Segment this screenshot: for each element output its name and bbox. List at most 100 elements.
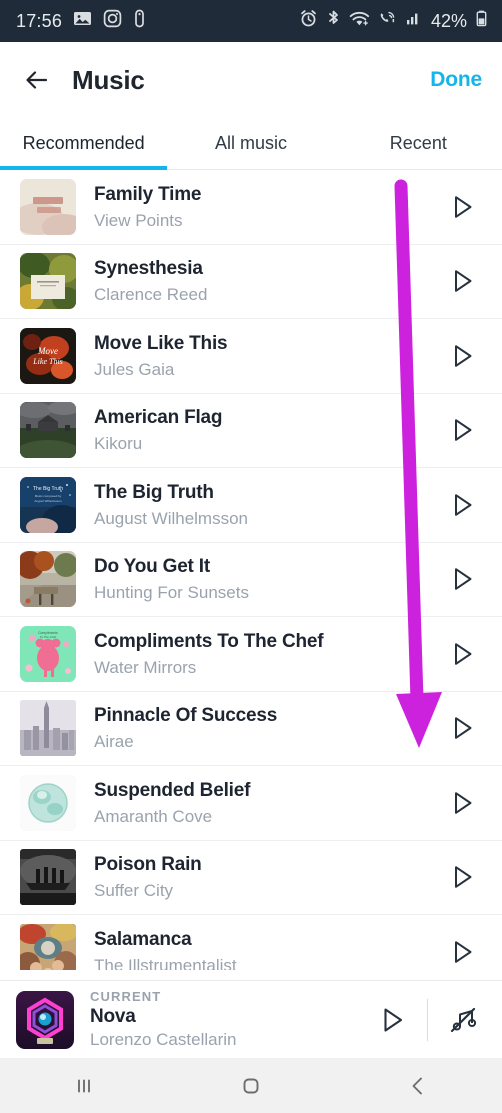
play-icon[interactable]	[442, 261, 482, 301]
recents-icon[interactable]	[0, 1073, 167, 1099]
tab-recommended[interactable]: Recommended	[0, 118, 168, 170]
album-art	[20, 923, 76, 970]
current-track-kicker: CURRENT	[90, 988, 162, 1004]
song-meta: American Flag Kikoru	[94, 406, 442, 454]
song-title: Pinnacle Of Success	[94, 705, 278, 727]
song-row[interactable]: Pinnacle Of Success Airae	[0, 691, 502, 766]
image-icon	[73, 9, 92, 33]
album-art: Move Like This	[20, 327, 76, 384]
status-bar-left: 17:56	[16, 9, 146, 33]
usb-device-icon	[133, 9, 146, 33]
current-track-album-art	[16, 990, 74, 1049]
song-meta: Synesthesia Clarence Reed	[94, 257, 442, 305]
current-track-player-bar: CURRENT Nova Lorenzo Castellarin	[0, 980, 502, 1058]
tab-recent[interactable]: Recent	[335, 118, 502, 169]
song-title: The Big Truth	[94, 481, 214, 503]
play-icon[interactable]	[442, 634, 482, 674]
tab-all-music-label: All music	[214, 133, 287, 153]
song-meta: Pinnacle Of Success Airae	[94, 704, 442, 752]
svg-text:To The Chef: To The Chef	[40, 635, 56, 639]
song-artist: Jules Gaia	[94, 359, 175, 379]
song-meta: Salamanca The Illstrumentalist	[94, 928, 442, 970]
current-track-title: Nova	[90, 1006, 136, 1028]
tab-recommended-label: Recommended	[22, 133, 145, 153]
play-icon[interactable]	[442, 336, 482, 376]
current-track-artist: Lorenzo Castellarin	[90, 1030, 237, 1050]
song-artist: Airae	[94, 732, 134, 751]
song-title: Compliments To The Chef	[94, 630, 324, 652]
battery-percent-label: 42%	[430, 10, 467, 31]
song-meta: Family Time View Points	[94, 183, 442, 231]
album-art: Compliments To The Chef	[20, 625, 76, 682]
done-button[interactable]: Done	[430, 68, 482, 92]
song-title: Do You Get It	[94, 556, 210, 578]
album-art	[20, 849, 76, 906]
bluetooth-icon	[326, 9, 341, 33]
song-title: Family Time	[94, 183, 202, 205]
song-meta: Do You Get It Hunting For Sunsets	[94, 555, 442, 603]
music-note-slash-icon[interactable]	[440, 997, 486, 1043]
song-meta: Compliments To The Chef Water Mirrors	[94, 630, 442, 678]
home-icon[interactable]	[167, 1073, 334, 1099]
play-icon[interactable]	[442, 485, 482, 525]
play-icon[interactable]	[442, 708, 482, 748]
back-chevron-icon[interactable]	[335, 1073, 502, 1099]
song-title: Move Like This	[94, 332, 228, 354]
page-title: Music	[72, 64, 145, 95]
play-icon[interactable]	[442, 559, 482, 599]
tab-recent-label: Recent	[389, 133, 447, 153]
song-row[interactable]: Poison Rain Suffer City	[0, 840, 502, 915]
play-icon[interactable]	[442, 932, 482, 970]
song-artist: View Points	[94, 210, 183, 230]
call-signal-icon	[378, 9, 398, 33]
song-title: Synesthesia	[94, 258, 203, 280]
song-meta: Move Like This Jules Gaia	[94, 332, 442, 380]
song-row[interactable]: Family Time View Points	[0, 170, 502, 245]
svg-text:The Big Truth: The Big Truth	[33, 486, 63, 492]
album-art: The Big Truth Music composed by August Wil…	[20, 476, 76, 533]
play-icon[interactable]	[442, 783, 482, 823]
status-bar: 17:56 42%	[0, 0, 502, 42]
song-row[interactable]: American Flag Kikoru	[0, 393, 502, 468]
song-row[interactable]: Do You Get It Hunting For Sunsets	[0, 542, 502, 617]
play-icon[interactable]	[369, 997, 415, 1043]
song-artist: Amaranth Cove	[94, 806, 213, 826]
song-artist: Kikoru	[94, 434, 143, 453]
play-icon[interactable]	[442, 410, 482, 450]
status-bar-right: 42%	[299, 9, 488, 33]
song-title: American Flag	[94, 407, 223, 429]
album-art	[20, 402, 76, 459]
wifi-icon	[349, 9, 370, 33]
song-artist: Clarence Reed	[94, 285, 208, 304]
battery-icon	[475, 9, 488, 33]
svg-text:Like This: Like This	[32, 357, 63, 366]
song-row[interactable]: The Big Truth Music composed by August Wil…	[0, 468, 502, 543]
song-artist: Suffer City	[94, 881, 174, 900]
song-title: Suspended Belief	[94, 779, 251, 801]
song-artist: August Wilhelmsson	[94, 508, 249, 528]
album-art	[20, 253, 76, 310]
song-list: Family Time View Points Synesthesia Clarenc…	[0, 170, 502, 970]
song-row[interactable]: Synesthesia Clarence Reed	[0, 244, 502, 319]
song-list-scroll-region[interactable]: Family Time View Points Synesthesia Clarenc…	[0, 170, 502, 970]
cellular-signal-icon	[406, 9, 421, 33]
status-bar-clock: 17:56	[16, 10, 63, 31]
song-row[interactable]: Move Like This Move Like This Jules Gaia	[0, 319, 502, 394]
song-row[interactable]: Salamanca The Illstrumentalist	[0, 915, 502, 970]
svg-text:August Wilhelmsson: August Wilhelmsson	[34, 499, 62, 503]
album-art	[20, 551, 76, 608]
song-artist: Hunting For Sunsets	[94, 583, 249, 602]
alarm-icon	[299, 9, 318, 33]
play-icon[interactable]	[442, 857, 482, 897]
album-art	[20, 774, 76, 831]
android-nav-bar	[0, 1058, 502, 1113]
tab-all-music[interactable]: All music	[167, 118, 334, 169]
song-meta: Poison Rain Suffer City	[94, 853, 442, 901]
song-artist: Water Mirrors	[94, 657, 197, 677]
play-icon[interactable]	[442, 187, 482, 227]
song-row[interactable]: Compliments To The Chef Compliments To The…	[0, 617, 502, 692]
tab-bar: Recommended All music Recent	[0, 118, 502, 170]
back-arrow-icon[interactable]	[16, 59, 58, 101]
song-artist: The Illstrumentalist	[94, 955, 237, 971]
song-row[interactable]: Suspended Belief Amaranth Cove	[0, 766, 502, 841]
